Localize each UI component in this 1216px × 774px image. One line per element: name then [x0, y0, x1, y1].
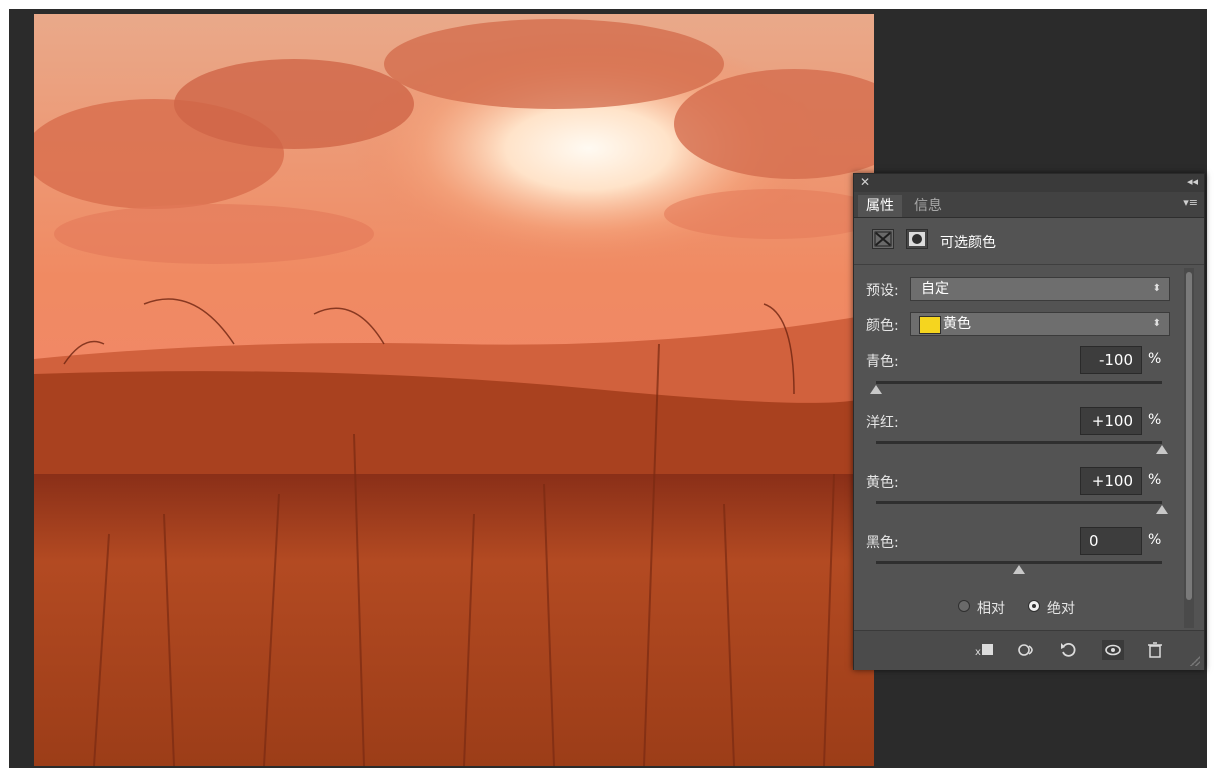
- cyan-slider-track[interactable]: [876, 381, 1162, 384]
- colors-dropdown[interactable]: 黄色 ⬍: [910, 312, 1170, 336]
- black-slider-track[interactable]: [876, 561, 1162, 564]
- yellow-slider-track[interactable]: [876, 501, 1162, 504]
- svg-text:x: x: [975, 647, 981, 658]
- black-label: 黑色:: [866, 535, 899, 551]
- collapse-icon[interactable]: ◂◂: [1187, 175, 1198, 188]
- clip-to-layer-icon[interactable]: x: [974, 640, 996, 660]
- properties-panel: ✕ ◂◂ 属性 信息 ▾≡ 可选颜色 预设: 自定 ⬍ 颜色: 黄色 ⬍ 青色:…: [853, 173, 1205, 670]
- relative-label: 相对: [977, 601, 1005, 617]
- dropdown-arrows-icon: ⬍: [1152, 318, 1161, 329]
- yellow-percent: %: [1148, 472, 1162, 488]
- yellow-value-field[interactable]: +100: [1080, 467, 1142, 495]
- magenta-value-field[interactable]: +100: [1080, 407, 1142, 435]
- panel-scrollbar[interactable]: [1184, 268, 1194, 628]
- reset-icon[interactable]: [1058, 640, 1080, 660]
- scrollbar-thumb[interactable]: [1186, 272, 1192, 600]
- cyan-label: 青色:: [866, 354, 899, 370]
- tab-info[interactable]: 信息: [906, 195, 950, 217]
- panel-titlebar: ✕ ◂◂: [854, 174, 1204, 192]
- adjustment-title: 可选颜色: [940, 235, 996, 251]
- sunset-photo: [34, 14, 874, 766]
- magenta-percent: %: [1148, 412, 1162, 428]
- black-percent: %: [1148, 532, 1162, 548]
- panel-menu-icon[interactable]: ▾≡: [1183, 196, 1198, 209]
- relative-radio[interactable]: [958, 600, 970, 612]
- dropdown-arrows-icon: ⬍: [1152, 283, 1161, 294]
- view-previous-icon[interactable]: [1016, 640, 1038, 660]
- panel-footer: x: [854, 630, 1204, 670]
- slider-thumb[interactable]: [1013, 565, 1025, 574]
- cyan-value-field[interactable]: -100: [1080, 346, 1142, 374]
- layer-mask-icon[interactable]: [906, 229, 928, 249]
- visibility-eye-icon[interactable]: [1102, 640, 1124, 660]
- panel-tabbar: 属性 信息 ▾≡: [854, 192, 1204, 218]
- resize-grip[interactable]: [1190, 656, 1200, 666]
- color-swatch: [919, 316, 941, 334]
- slider-thumb[interactable]: [1156, 505, 1168, 514]
- adjustment-layer-icon[interactable]: [872, 229, 894, 249]
- tab-properties[interactable]: 属性: [858, 195, 902, 217]
- magenta-label: 洋红:: [866, 415, 899, 431]
- divider: [854, 264, 1204, 265]
- absolute-label: 绝对: [1047, 601, 1075, 617]
- magenta-slider-track[interactable]: [876, 441, 1162, 444]
- preset-label: 预设:: [866, 283, 899, 299]
- yellow-label: 黄色:: [866, 475, 899, 491]
- preset-dropdown[interactable]: 自定 ⬍: [910, 277, 1170, 301]
- colors-value: 黄色: [943, 316, 971, 332]
- slider-thumb[interactable]: [870, 385, 882, 394]
- close-icon[interactable]: ✕: [860, 175, 870, 189]
- trash-icon[interactable]: [1144, 640, 1166, 660]
- cyan-percent: %: [1148, 351, 1162, 367]
- slider-thumb[interactable]: [1156, 445, 1168, 454]
- adjustment-header: 可选颜色: [854, 218, 1204, 264]
- black-value-field[interactable]: 0: [1080, 527, 1142, 555]
- preset-value: 自定: [921, 281, 949, 297]
- absolute-radio[interactable]: [1028, 600, 1040, 612]
- colors-label: 颜色:: [866, 318, 899, 334]
